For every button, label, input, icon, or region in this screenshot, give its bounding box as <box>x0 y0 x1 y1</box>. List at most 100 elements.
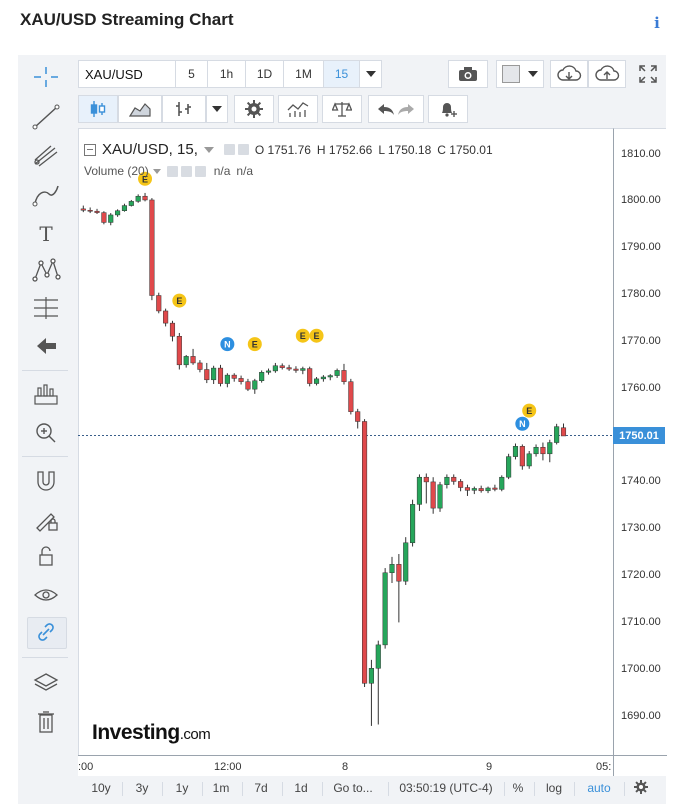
candlestick-chart[interactable]: EEN EE ENE <box>78 128 613 755</box>
indicators-button[interactable] <box>278 95 318 123</box>
remove-volume-icon[interactable] <box>194 165 206 177</box>
top-toolbar: XAU/USD 5 1h 1D 1M 15 <box>78 58 664 90</box>
candle-body <box>142 195 148 201</box>
event-marker-label: E <box>252 340 258 350</box>
candle <box>286 364 292 371</box>
interval-15[interactable]: 15 <box>324 60 360 88</box>
candle-body <box>526 453 532 467</box>
volume-settings-icon[interactable] <box>180 165 192 177</box>
candle <box>80 205 86 213</box>
save-layout-button[interactable] <box>588 60 626 88</box>
gear-icon <box>245 100 263 118</box>
range-7d[interactable]: 7d <box>248 781 274 795</box>
collapse-legend-icon[interactable] <box>84 143 96 156</box>
info-icon[interactable]: i <box>650 14 664 32</box>
arrow-left-icon[interactable] <box>27 331 65 361</box>
range-1y[interactable]: 1y <box>170 781 194 795</box>
bars-style-button[interactable] <box>162 95 206 123</box>
chart-type-area-button[interactable] <box>118 95 162 123</box>
chart-type-candles-button[interactable] <box>78 95 118 123</box>
hide-volume-icon[interactable] <box>166 165 178 177</box>
go-to-date-button[interactable]: Go to... <box>328 781 378 795</box>
pitchfork-icon[interactable] <box>27 140 65 170</box>
magnet-icon[interactable] <box>27 466 65 496</box>
candle <box>211 365 217 385</box>
color-picker-button[interactable] <box>496 60 544 88</box>
compare-button[interactable] <box>322 95 362 123</box>
range-10y[interactable]: 10y <box>88 781 114 795</box>
brush-icon[interactable] <box>27 180 65 210</box>
fib-retracement-icon[interactable] <box>27 293 65 323</box>
chart-properties-button[interactable] <box>634 780 654 794</box>
percent-scale-toggle[interactable]: % <box>510 781 526 795</box>
candle-body <box>444 476 450 485</box>
candle <box>499 475 505 492</box>
link-icon[interactable] <box>27 617 67 649</box>
candle-body <box>416 476 422 505</box>
series-legend: XAU/USD, 15, O 1751.76 H 1752.66 L 1750.… <box>84 141 493 158</box>
range-1m[interactable]: 1m <box>208 781 234 795</box>
auto-scale-toggle[interactable]: auto <box>582 781 616 795</box>
event-marker-label: N <box>519 419 526 429</box>
fullscreen-button[interactable] <box>632 60 664 88</box>
candle <box>204 362 210 384</box>
zoom-in-icon[interactable] <box>27 417 65 447</box>
trash-icon[interactable] <box>27 706 65 736</box>
candle <box>245 378 251 392</box>
alert-button[interactable] <box>428 95 468 123</box>
interval-5[interactable]: 5 <box>176 60 208 88</box>
screenshot-button[interactable] <box>448 60 488 88</box>
volume-legend: Volume (20) n/a n/a <box>84 164 253 178</box>
candle-body <box>334 370 340 376</box>
candle <box>259 370 265 383</box>
interval-1d[interactable]: 1D <box>246 60 284 88</box>
candle-body <box>554 426 560 443</box>
lock-drawing-icon[interactable] <box>27 504 65 534</box>
unlock-icon[interactable] <box>27 541 65 571</box>
candle <box>492 484 498 492</box>
time-tick: 05: <box>596 761 612 773</box>
symbol-search-input[interactable]: XAU/USD <box>78 60 176 88</box>
interval-1h[interactable]: 1h <box>208 60 246 88</box>
last-price-tag: 1750.01 <box>613 427 665 444</box>
candle-body <box>293 368 299 371</box>
candle-body <box>183 356 189 366</box>
candle-body <box>307 368 313 384</box>
candle-body <box>115 210 121 216</box>
candle <box>217 364 224 387</box>
chevron-down-icon[interactable] <box>152 168 161 174</box>
text-tool-icon[interactable]: T <box>27 218 65 248</box>
layers-icon[interactable] <box>27 668 65 698</box>
chart-type-dropdown[interactable] <box>206 95 228 123</box>
trend-line-icon[interactable] <box>27 102 65 132</box>
eye-icon[interactable] <box>27 580 65 610</box>
candle <box>348 378 354 415</box>
interval-dropdown[interactable] <box>360 60 382 88</box>
candle <box>444 474 450 489</box>
settings-button[interactable] <box>234 95 274 123</box>
series-settings-icon[interactable] <box>237 144 249 155</box>
log-scale-toggle[interactable]: log <box>542 781 566 795</box>
price-tick: 1760.00 <box>621 382 661 394</box>
candle <box>533 444 539 457</box>
event-marker-label: E <box>526 406 532 416</box>
candle-body <box>169 322 176 337</box>
clock-timezone[interactable]: 03:50:19 (UTC-4) <box>396 781 496 795</box>
candle <box>300 366 306 375</box>
pattern-tool-icon[interactable] <box>27 255 65 285</box>
range-1d[interactable]: 1d <box>288 781 314 795</box>
candle-body <box>128 201 134 206</box>
range-3y[interactable]: 3y <box>130 781 154 795</box>
chevron-down-icon[interactable] <box>203 146 214 153</box>
interval-1m[interactable]: 1M <box>284 60 324 88</box>
candle <box>327 374 333 381</box>
candle <box>279 363 285 370</box>
price-tick: 1740.00 <box>621 475 661 487</box>
undo-icon[interactable] <box>376 101 396 117</box>
load-layout-button[interactable] <box>550 60 588 88</box>
redo-icon[interactable] <box>396 101 416 117</box>
crosshair-icon[interactable] <box>27 62 65 92</box>
candle-body <box>327 375 333 378</box>
hide-series-icon[interactable] <box>223 144 235 155</box>
measure-icon[interactable] <box>27 380 65 410</box>
